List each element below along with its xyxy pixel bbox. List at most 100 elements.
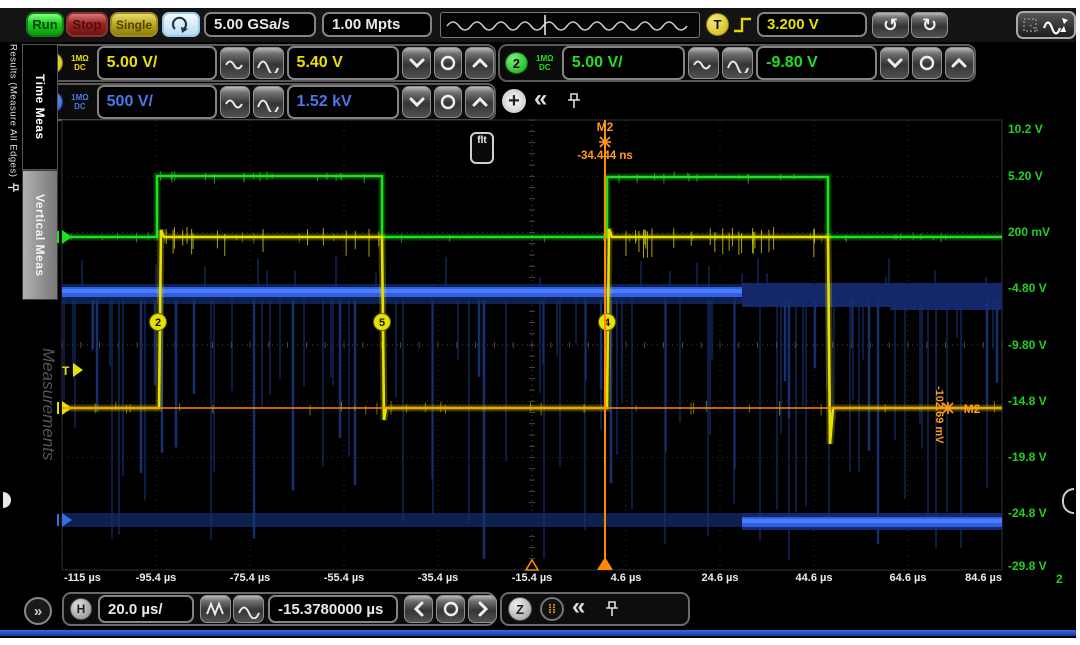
timebase-zoom-in-button[interactable] [233,595,264,623]
zoom-mode-button[interactable]: Z [508,597,532,621]
channel1-offset-down-button[interactable] [402,47,431,79]
timebase-zoom-out-button[interactable] [200,595,231,623]
add-channel-button[interactable]: + [502,89,526,113]
svg-text:M2: M2 [964,402,981,416]
channel1-group: 1 1MΩDC 5.00 V/ 5.40 V [34,44,496,82]
orange-dots-icon: ⁞⁞ [548,604,556,614]
channel1-offset-display[interactable]: 5.40 V [287,46,400,80]
channel3-offset-zero-button[interactable] [434,86,463,118]
pin-icon[interactable] [566,92,582,110]
single-button[interactable]: Single [110,12,158,37]
circle-icon [438,92,458,112]
collapse-controls-button[interactable]: « [534,85,547,113]
channel3-scale-display[interactable]: 500 V/ [97,85,217,119]
axis-label-right: 5.20 V [1008,169,1072,183]
axis-label-time: -55.4 µs [324,572,365,584]
zone-trigger-button[interactable] [1016,11,1076,39]
axis-label-time: 64.6 µs [890,572,927,584]
edge-marker-4: 4 [599,314,616,331]
axis-label-time: -115 µs [64,572,101,584]
channel1-scale-display[interactable]: 5.00 V/ [97,46,217,80]
axis-label-right: 200 mV [1008,225,1072,239]
channel2-chip[interactable]: 2 [505,52,528,74]
delay-display[interactable]: -15.3780000 µs [268,595,398,623]
svg-text:T: T [62,364,70,378]
trigger-slope-icon[interactable] [732,13,754,37]
marker-star-icon [599,136,611,148]
chevron-up-icon [470,53,490,73]
acquisition-dots-button[interactable]: ⁞⁞ [540,597,564,621]
channel2-offset-up-button[interactable] [945,47,974,79]
results-label: Results (Measure All Edges) [8,44,19,177]
axis-label-right: 10.2 V [1008,122,1072,136]
delay-left-button[interactable] [404,595,433,623]
delay-right-button[interactable] [468,595,497,623]
timebase-display[interactable]: 20.0 µs/ [98,595,194,623]
compressed-wave-icon [205,599,227,619]
circle-icon [441,599,461,619]
collapse-horizontal-button[interactable]: « [572,593,585,621]
tab-vertical-meas[interactable]: Vertical Meas [22,170,58,300]
tab-vertical-meas-label: Vertical Meas [33,194,47,277]
small-wave-icon [223,92,247,112]
tab-time-meas[interactable]: Time Meas [22,44,58,170]
wide-wave-icon [237,599,261,619]
top-toolbar: Run Stop Single 5.00 GSa/s 1.00 Mpts T 3… [0,8,1076,42]
axis-label-time: 4.6 µs [611,572,642,584]
chevron-left-icon [409,599,429,619]
channel3-coupling-badge[interactable]: 1MΩDC [66,93,93,111]
run-button[interactable]: Run [26,12,64,37]
svg-text:-102.69 mV: -102.69 mV [933,386,945,444]
left-drawer-grip[interactable] [3,492,11,508]
expand-results-button[interactable]: » [24,597,52,625]
pin-icon[interactable] [604,600,620,618]
sample-rate-display[interactable]: 5.00 GSa/s [204,12,316,37]
redo-icon: ↻ [922,15,937,36]
channel1-scale-up-button[interactable] [253,47,283,79]
circle-icon [917,53,937,73]
channel2-coupling-badge[interactable]: 1MΩDC [531,54,559,72]
undo-button[interactable]: ↺ [872,12,909,38]
channel2-offset-display[interactable]: -9.80 V [756,46,877,80]
axis-label-time: 84.6 µs [965,572,1002,584]
channel2-offset-down-button[interactable] [880,47,909,79]
channel3-offset-up-button[interactable] [465,86,494,118]
zone-waveform-icon [1020,14,1072,36]
axis-label-time: -35.4 µs [418,572,459,584]
chevron-down-icon [407,92,427,112]
trigger-level-display[interactable]: 3.200 V [757,12,867,37]
delay-zero-button[interactable] [436,595,465,623]
measurements-watermark: Measurements [26,348,58,558]
channel2-offset-zero-button[interactable] [912,47,941,79]
chevron-right-icon [473,599,493,619]
chevron-up-icon [949,53,969,73]
memory-depth-display[interactable]: 1.00 Mpts [322,12,432,37]
stop-button[interactable]: Stop [66,12,108,37]
channel1-offset-zero-button[interactable] [434,47,463,79]
results-panel-handle[interactable]: Results (Measure All Edges) [4,44,22,294]
channel1-scale-down-button[interactable] [220,47,250,79]
chevron-down-icon [885,53,905,73]
channel3-scale-down-button[interactable] [220,86,250,118]
channel2-scale-display[interactable]: 5.00 V/ [562,46,685,80]
channel3-offset-down-button[interactable] [402,86,431,118]
tab-time-meas-label: Time Meas [33,74,47,140]
axis-label-right: -9.80 V [1008,338,1072,352]
channel1-offset-up-button[interactable] [465,47,494,79]
large-wave-icon [726,53,750,73]
redo-button[interactable]: ↻ [911,12,948,38]
horizontal-chip[interactable]: H [70,598,92,620]
pin-icon [7,182,20,194]
channel3-scale-up-button[interactable] [253,86,283,118]
channel2-scale-up-button[interactable] [722,47,753,79]
channel2-group: 2 1MΩDC 5.00 V/ -9.80 V [498,44,976,82]
channel2-scale-down-button[interactable] [688,47,719,79]
acquisition-preview[interactable] [440,12,700,38]
channel1-coupling-badge[interactable]: 1MΩDC [66,54,93,72]
run-mode-button[interactable] [162,12,200,37]
channel3-offset-display[interactable]: 1.52 kV [287,85,400,119]
svg-text:5: 5 [379,317,385,329]
trigger-source-chip[interactable]: T [706,13,729,36]
oscilloscope-screen: Run Stop Single 5.00 GSa/s 1.00 Mpts T 3… [0,8,1076,638]
waveform-plot[interactable]: T 2 5 4 [56,118,1004,588]
